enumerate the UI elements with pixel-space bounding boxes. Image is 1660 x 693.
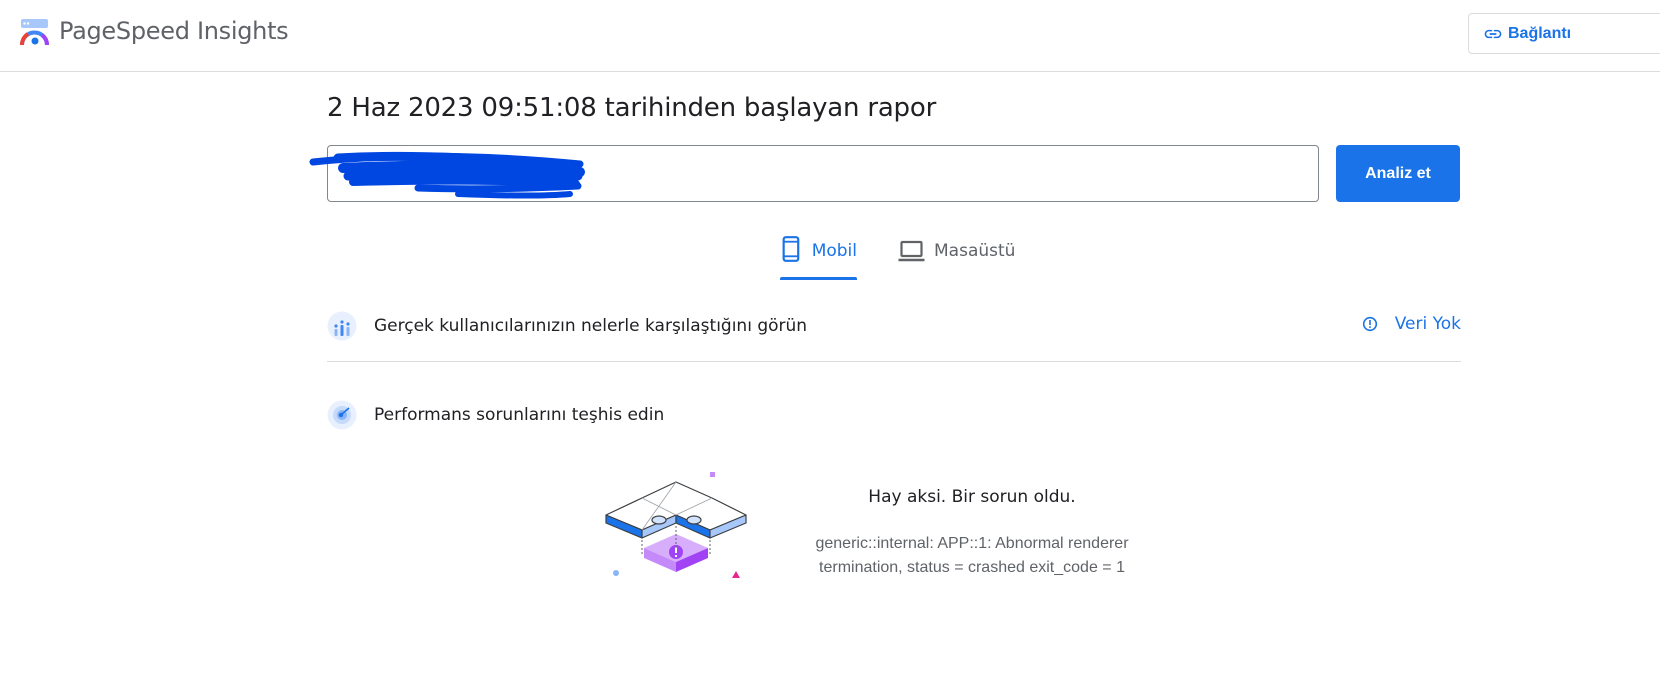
copy-link-button[interactable]: Bağlantı (1468, 13, 1660, 54)
laptop-icon (898, 240, 925, 262)
users-chart-icon (327, 311, 357, 341)
error-detail-line-2: termination, status = crashed exit_code … (819, 559, 1125, 576)
broken-puzzle-icon (605, 472, 747, 578)
pagespeed-logo-icon[interactable] (20, 18, 50, 48)
lab-data-heading: Performans sorunlarını teşhis edin (374, 405, 665, 425)
top-app-bar: PageSpeed Insights Bağlantı (0, 0, 1660, 72)
info-icon (1362, 316, 1377, 332)
active-tab-indicator (780, 277, 857, 280)
section-divider (327, 361, 1461, 362)
error-detail-line-1: generic::internal: APP::1: Abnormal rend… (815, 535, 1129, 552)
copy-link-label: Bağlantı (1508, 24, 1572, 42)
url-input[interactable] (327, 145, 1319, 202)
tab-mobile-label: Mobil (811, 241, 857, 261)
tab-desktop-label: Masaüstü (934, 241, 1016, 261)
tab-mobile[interactable]: Mobil (780, 234, 857, 280)
analyze-button[interactable]: Analiz et (1336, 145, 1460, 202)
error-title: Hay aksi. Bir sorun oldu. (868, 487, 1076, 507)
link-icon (1484, 29, 1502, 38)
no-data-label: Veri Yok (1394, 314, 1461, 334)
report-title: 2 Haz 2023 09:51:08 tarihinden başlayan … (327, 93, 937, 123)
no-data-link[interactable]: Veri Yok (1362, 314, 1461, 334)
diagnose-target-icon (327, 400, 357, 430)
field-data-heading: Gerçek kullanıcılarınızın nelerle karşıl… (374, 316, 808, 336)
error-detail: generic::internal: APP::1: Abnormal rend… (792, 532, 1152, 580)
app-title: PageSpeed Insights (59, 17, 289, 45)
lab-data-section[interactable]: Performans sorunlarını teşhis edin (327, 395, 1461, 435)
tab-desktop[interactable]: Masaüstü (897, 234, 1027, 280)
field-data-section[interactable]: Gerçek kullanıcılarınızın nelerle karşıl… (327, 306, 1461, 346)
smartphone-icon (782, 236, 800, 262)
